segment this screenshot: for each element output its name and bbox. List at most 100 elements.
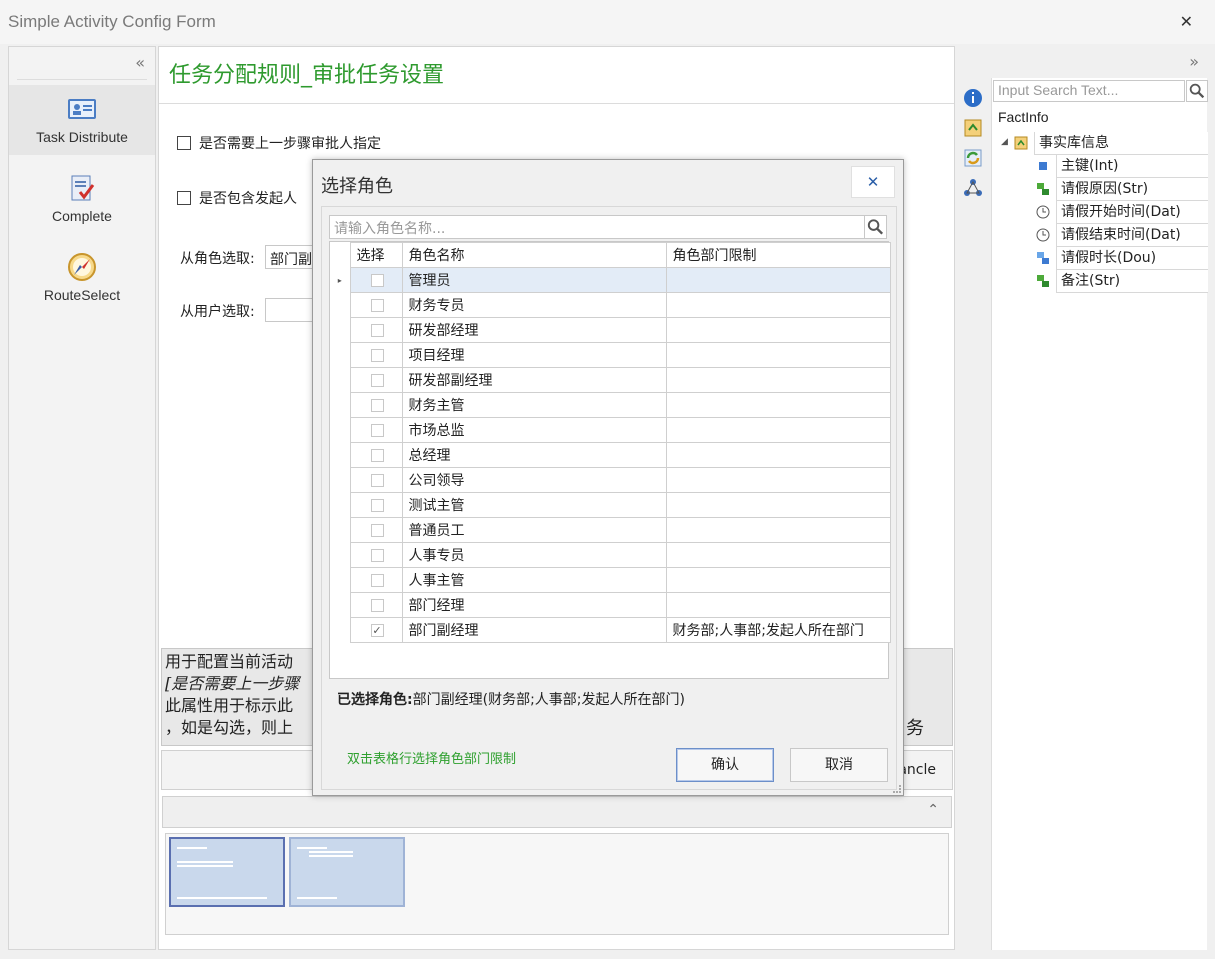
dialog-cancel-button[interactable]: 取消 [790, 748, 888, 782]
thumbnail-complete[interactable] [289, 837, 405, 907]
checkbox-box[interactable] [177, 136, 191, 150]
role-row[interactable]: 普通员工 [330, 517, 891, 543]
role-row[interactable]: 财务主管 [330, 392, 891, 418]
role-row[interactable]: 测试主管 [330, 492, 891, 518]
role-name-cell[interactable]: 测试主管 [401, 492, 667, 518]
user-select-input[interactable] [265, 298, 315, 322]
role-dept-limit-cell[interactable] [665, 417, 891, 443]
role-select-cell[interactable] [349, 367, 403, 393]
column-header-role-name[interactable]: 角色名称 [401, 242, 667, 268]
role-dept-limit-cell[interactable] [665, 267, 891, 293]
column-header-dept-limit[interactable]: 角色部门限制 [665, 242, 891, 268]
role-row[interactable]: 公司领导 [330, 467, 891, 493]
role-dept-limit-cell[interactable] [665, 292, 891, 318]
refresh-icon[interactable] [963, 148, 983, 168]
role-select-input[interactable]: 部门副 [265, 245, 315, 269]
role-name-cell[interactable]: 研发部经理 [401, 317, 667, 343]
role-checkbox[interactable] [370, 448, 384, 462]
role-select-cell[interactable] [349, 417, 403, 443]
role-row[interactable]: ✓ 部门副经理 财务部;人事部;发起人所在部门 [330, 617, 891, 643]
role-dept-limit-cell[interactable] [665, 517, 891, 543]
role-name-cell[interactable]: 部门经理 [401, 592, 667, 618]
role-name-cell[interactable]: 普通员工 [401, 517, 667, 543]
role-row[interactable]: 人事专员 [330, 542, 891, 568]
chevron-up-icon[interactable]: ⌃ [927, 802, 939, 818]
role-checkbox[interactable] [370, 373, 384, 387]
role-dept-limit-cell[interactable] [665, 317, 891, 343]
include-initiator-checkbox[interactable]: 是否包含发起人 [177, 188, 297, 208]
dialog-close-button[interactable]: ✕ [851, 166, 895, 198]
role-name-cell[interactable]: 项目经理 [401, 342, 667, 368]
tree-root-row[interactable]: ◢ 事实库信息 [992, 132, 1208, 155]
column-header-select[interactable]: 选择 [349, 242, 403, 268]
role-checkbox[interactable] [370, 323, 384, 337]
role-name-cell[interactable]: 市场总监 [401, 417, 667, 443]
role-row[interactable]: ▸ 管理员 [330, 267, 891, 293]
role-dept-limit-cell[interactable] [665, 342, 891, 368]
prev-step-approver-checkbox[interactable]: 是否需要上一步骤审批人指定 [177, 133, 381, 153]
fact-library-icon[interactable] [963, 118, 983, 138]
role-checkbox[interactable] [370, 523, 384, 537]
role-checkbox[interactable] [370, 473, 384, 487]
role-dept-limit-cell[interactable] [665, 467, 891, 493]
role-checkbox[interactable] [370, 298, 384, 312]
role-checkbox[interactable] [370, 573, 384, 587]
role-dept-limit-cell[interactable] [665, 492, 891, 518]
role-checkbox[interactable] [370, 598, 384, 612]
role-select-cell[interactable] [349, 392, 403, 418]
role-name-cell[interactable]: 总经理 [401, 442, 667, 468]
info-icon[interactable] [963, 88, 983, 108]
role-checkbox[interactable] [370, 348, 384, 362]
fact-search-input[interactable]: Input Search Text... [993, 80, 1185, 102]
role-name-cell[interactable]: 人事主管 [401, 567, 667, 593]
tree-field-row[interactable]: 请假开始时间(Dat) [992, 201, 1208, 224]
role-select-cell[interactable] [349, 292, 403, 318]
role-row[interactable]: 研发部经理 [330, 317, 891, 343]
role-select-cell[interactable] [349, 517, 403, 543]
role-row[interactable]: 研发部副经理 [330, 367, 891, 393]
role-select-cell[interactable] [349, 542, 403, 568]
role-select-cell[interactable] [349, 342, 403, 368]
role-row[interactable]: 市场总监 [330, 417, 891, 443]
role-dept-limit-cell[interactable] [665, 567, 891, 593]
role-name-cell[interactable]: 公司领导 [401, 467, 667, 493]
role-select-cell[interactable] [349, 442, 403, 468]
role-select-cell[interactable] [349, 592, 403, 618]
role-select-cell[interactable] [349, 317, 403, 343]
role-select-cell[interactable] [349, 492, 403, 518]
nav-item-complete[interactable]: Complete [9, 164, 155, 234]
nav-item-routeselect[interactable]: RouteSelect [9, 243, 155, 313]
role-checkbox[interactable] [370, 398, 384, 412]
nav-item-task-distribute[interactable]: Task Distribute [9, 85, 155, 155]
search-icon[interactable] [864, 216, 886, 238]
role-dept-limit-cell[interactable] [665, 442, 891, 468]
checkbox-box[interactable] [177, 191, 191, 205]
role-checkbox[interactable]: ✓ [370, 623, 384, 637]
role-name-cell[interactable]: 研发部副经理 [401, 367, 667, 393]
role-checkbox[interactable] [370, 498, 384, 512]
tree-field-row[interactable]: 主键(Int) [992, 155, 1208, 178]
role-row[interactable]: 项目经理 [330, 342, 891, 368]
collapse-nav-button[interactable]: « [135, 53, 145, 72]
role-select-cell[interactable]: ✓ [349, 617, 403, 643]
thumbnail-task-distribute[interactable] [169, 837, 285, 907]
role-checkbox[interactable] [370, 273, 384, 287]
role-select-cell[interactable] [349, 567, 403, 593]
role-name-cell[interactable]: 管理员 [401, 267, 667, 293]
role-name-cell[interactable]: 财务专员 [401, 292, 667, 318]
network-icon[interactable] [963, 178, 983, 198]
role-dept-limit-cell[interactable] [665, 542, 891, 568]
window-close-button[interactable]: ✕ [1180, 12, 1193, 31]
role-name-cell[interactable]: 人事专员 [401, 542, 667, 568]
role-dept-limit-cell[interactable] [665, 367, 891, 393]
chevron-down-icon[interactable]: ◢ [1001, 137, 1008, 147]
tree-field-row[interactable]: 备注(Str) [992, 270, 1208, 293]
resize-grip[interactable] [893, 785, 901, 793]
role-dept-limit-cell[interactable] [665, 592, 891, 618]
role-row[interactable]: 财务专员 [330, 292, 891, 318]
role-row[interactable]: 总经理 [330, 442, 891, 468]
role-row[interactable]: 部门经理 [330, 592, 891, 618]
tree-field-row[interactable]: 请假结束时间(Dat) [992, 224, 1208, 247]
role-name-cell[interactable]: 部门副经理 [401, 617, 667, 643]
role-select-cell[interactable] [349, 267, 403, 293]
